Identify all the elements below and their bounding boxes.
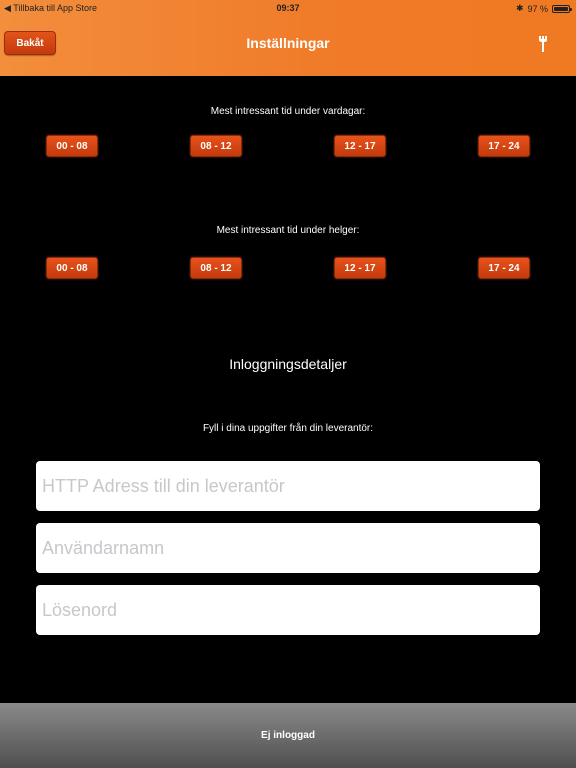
provider-url-field[interactable] xyxy=(36,461,540,511)
weekday-slot-12-17[interactable]: 12 - 17 xyxy=(334,135,386,157)
weekend-slot-17-24[interactable]: 17 - 24 xyxy=(478,257,530,279)
bluetooth-icon: ✱ xyxy=(515,3,524,13)
battery-percent: 97 % xyxy=(527,3,548,14)
login-section-title: Inloggningsdetaljer xyxy=(229,356,347,372)
username-field[interactable] xyxy=(36,523,540,573)
navigation-bar: ◀ Tillbaka till App Store 09:37 ✱ 97 % B… xyxy=(0,0,576,76)
weekend-slot-00-08[interactable]: 00 - 08 xyxy=(46,257,98,279)
login-status-bar: Ej inloggad xyxy=(0,703,576,768)
status-right: ✱ 97 % xyxy=(515,3,572,14)
wrench-icon[interactable] xyxy=(536,35,550,53)
battery-fill xyxy=(554,6,568,11)
weekday-slot-17-24[interactable]: 17 - 24 xyxy=(478,135,530,157)
battery-icon xyxy=(552,4,572,13)
status-time: 09:37 xyxy=(276,3,300,13)
weekend-slot-12-17[interactable]: 12 - 17 xyxy=(334,257,386,279)
weekend-slot-08-12[interactable]: 08 - 12 xyxy=(190,257,242,279)
weekday-slot-00-08[interactable]: 00 - 08 xyxy=(46,135,98,157)
weekend-label: Mest intressant tid under helger: xyxy=(216,225,360,236)
password-field[interactable] xyxy=(36,585,540,635)
login-status-text: Ej inloggad xyxy=(261,730,315,741)
page-title: Inställningar xyxy=(246,35,330,51)
weekday-label: Mest intressant tid under vardagar: xyxy=(210,106,366,117)
status-bar: ◀ Tillbaka till App Store 09:37 ✱ 97 % xyxy=(0,0,576,18)
login-instructions: Fyll i dina uppgifter från din leverantö… xyxy=(202,423,374,434)
weekday-slot-08-12[interactable]: 08 - 12 xyxy=(190,135,242,157)
